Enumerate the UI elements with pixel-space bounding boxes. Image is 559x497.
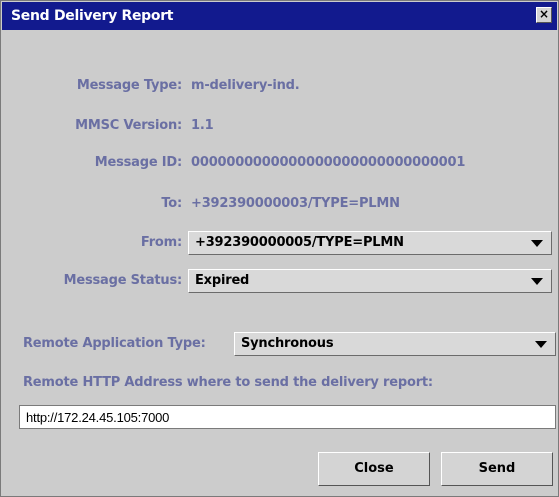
- message-status-select[interactable]: Expired: [188, 269, 552, 293]
- window-close-button[interactable]: ×: [536, 7, 552, 23]
- message-status-label: Message Status:: [63, 273, 183, 288]
- remote-http-address-input[interactable]: http://172.24.45.105:7000: [19, 405, 556, 429]
- mmsc-version-label: MMSC Version:: [75, 118, 182, 133]
- send-delivery-report-dialog: Send Delivery Report × Message Type: m-d…: [0, 0, 559, 497]
- to-value: +392390000003/TYPE=PLMN: [191, 196, 400, 211]
- remote-application-type-select-value: Synchronous: [241, 336, 334, 351]
- message-type-label: Message Type:: [76, 78, 182, 93]
- remote-application-type-label: Remote Application Type:: [23, 336, 206, 351]
- mmsc-version-value: 1.1: [191, 118, 214, 133]
- from-select-value: +392390000005/TYPE=PLMN: [195, 235, 404, 250]
- remote-http-address-label: Remote HTTP Address where to send the de…: [23, 375, 433, 390]
- remote-application-type-select[interactable]: Synchronous: [234, 332, 556, 356]
- remote-http-address-value: http://172.24.45.105:7000: [26, 410, 170, 425]
- message-id-value: 0000000000000000000000000000001: [191, 155, 466, 170]
- from-select[interactable]: +392390000005/TYPE=PLMN: [188, 231, 552, 255]
- chevron-down-icon[interactable]: [531, 278, 543, 285]
- close-icon: ×: [538, 7, 550, 21]
- chevron-down-icon[interactable]: [535, 341, 547, 348]
- message-type-value: m-delivery-ind.: [191, 78, 300, 93]
- send-button[interactable]: Send: [441, 452, 553, 486]
- message-status-select-value: Expired: [195, 273, 250, 288]
- close-button[interactable]: Close: [318, 452, 430, 486]
- chevron-down-icon[interactable]: [531, 240, 543, 247]
- window-title: Send Delivery Report: [11, 8, 174, 24]
- to-label: To:: [161, 196, 182, 211]
- message-id-label: Message ID:: [94, 155, 182, 170]
- from-label: From:: [140, 235, 182, 250]
- title-bar[interactable]: Send Delivery Report ×: [2, 2, 557, 30]
